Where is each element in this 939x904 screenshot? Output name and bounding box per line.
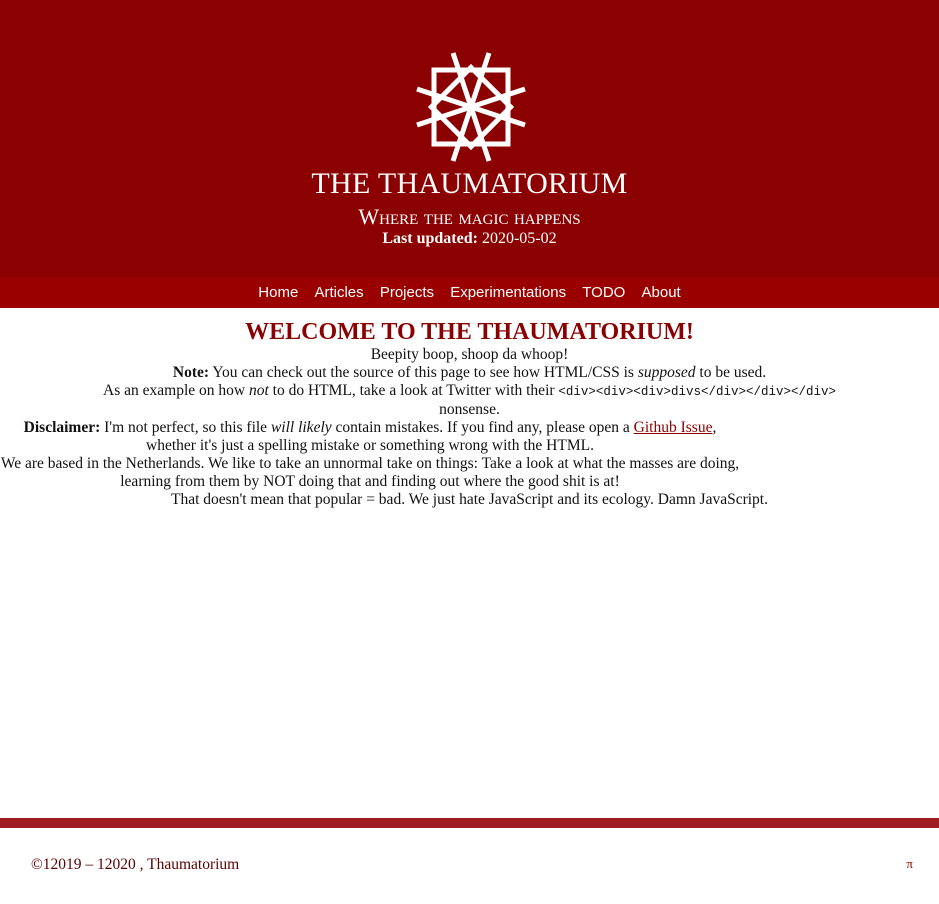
footer-divider	[0, 818, 939, 828]
octagram-star-logo	[416, 52, 526, 162]
copyright-text: ©12019 – 12020 , Thaumatorium	[31, 856, 240, 873]
welcome-heading: WELCOME TO THE THAUMATORIUM!	[245, 319, 694, 345]
site-header: THE THAUMATORIUM Where the magic happens…	[0, 0, 939, 277]
site-subtitle: Where the magic happens	[358, 204, 581, 229]
disclaimer-paragraph: Disclaimer: I'm not perfect, so this fil…	[0, 419, 740, 455]
nav-projects[interactable]: Projects	[380, 284, 434, 301]
disclaimer-label: Disclaimer:	[23, 419, 101, 436]
about-paragraph: We are based in the Netherlands. We like…	[0, 455, 740, 490]
nav-about[interactable]: About	[642, 284, 681, 301]
example-code: <div><div><div>divs</div></div></div>	[558, 385, 836, 399]
last-updated-label: Last updated:	[382, 230, 478, 247]
example-emphasis: not	[248, 382, 269, 399]
example-paragraph: As an example on how not to do HTML, tak…	[0, 382, 939, 419]
last-updated: Last updated: 2020-05-02	[0, 229, 939, 249]
intro-line: Beepity boop, shoop da whoop!	[370, 346, 569, 363]
main-nav: Home Articles Projects Experimentations …	[0, 277, 939, 308]
note-label: Note:	[172, 364, 210, 381]
nav-articles[interactable]: Articles	[314, 284, 363, 301]
nav-todo[interactable]: TODO	[582, 284, 625, 301]
closing-paragraph: That doesn't mean that popular = bad. We…	[171, 491, 768, 508]
site-title: THE THAUMATORIUM	[311, 167, 628, 200]
pi-link[interactable]: π	[906, 856, 913, 872]
note-text-after: to be used.	[695, 364, 767, 381]
note-paragraph: Note: You can check out the source of th…	[0, 364, 939, 382]
page: THE THAUMATORIUM Where the magic happens…	[0, 0, 939, 904]
disclaimer-emphasis: will likely	[270, 419, 332, 436]
example-text-middle: to do HTML, take a look at Twitter with …	[268, 382, 559, 399]
note-emphasis: supposed	[637, 364, 696, 381]
note-text-before: You can check out the source of this pag…	[209, 364, 638, 381]
nav-home[interactable]: Home	[258, 284, 298, 301]
nav-experimentations[interactable]: Experimentations	[450, 284, 566, 301]
last-updated-value: 2020-05-02	[481, 230, 557, 247]
github-issue-link[interactable]: Github Issue	[634, 419, 713, 436]
disclaimer-text-middle: contain mistakes. If you find any, pleas…	[331, 419, 634, 436]
main-content: WELCOME TO THE THAUMATORIUM! Beepity boo…	[0, 308, 939, 509]
disclaimer-text-before: I'm not perfect, so this file	[100, 419, 271, 436]
example-text-before: As an example on how	[103, 382, 249, 399]
example-text-after: nonsense.	[439, 401, 500, 418]
